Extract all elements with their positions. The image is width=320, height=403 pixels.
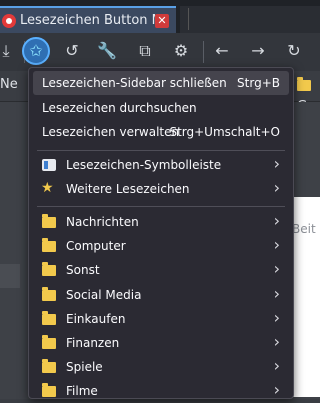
extensions-icon[interactable]: ⧉: [131, 37, 159, 65]
tab-title: Lesezeichen Button Men: [20, 13, 156, 28]
bookmarks-button[interactable]: ✩: [22, 37, 50, 65]
menu-item-shortcut: Strg+B: [237, 76, 280, 90]
menu-folder-social-media[interactable]: Social Media ›: [29, 283, 293, 307]
menu-item-label: Lesezeichen-Sidebar schließen: [42, 76, 227, 90]
folder-icon: [42, 383, 56, 397]
bookmarks-menu: Lesezeichen-Sidebar schließen Strg+B Les…: [28, 67, 294, 399]
folder-icon: [42, 359, 56, 373]
sidebar-icon: [42, 159, 56, 171]
folder-icon: [42, 311, 56, 325]
chevron-right-icon: ›: [273, 259, 280, 278]
menu-folder-finanzen[interactable]: Finanzen ›: [29, 331, 293, 355]
menu-item-label: Lesezeichen-Symbolleiste: [66, 158, 222, 172]
menu-folder-spiele[interactable]: Spiele ›: [29, 355, 293, 379]
menu-item-label: Nachrichten: [66, 215, 139, 229]
folder-icon: [42, 238, 56, 252]
menu-item-manage-bookmarks[interactable]: Lesezeichen verwalten Strg+Umschalt+O: [29, 120, 293, 144]
tools-icon[interactable]: 🔧: [93, 37, 121, 65]
tab-active[interactable]: Lesezeichen Button Men ✕: [0, 6, 176, 33]
menu-folder-filme[interactable]: Filme ›: [29, 379, 293, 403]
reload-icon[interactable]: ↻: [280, 37, 308, 65]
menu-item-label: Lesezeichen verwalten: [42, 125, 180, 139]
tab-strip-empty: [180, 6, 320, 33]
menu-item-label: Social Media: [66, 288, 142, 302]
chevron-right-icon: ›: [273, 211, 280, 230]
chevron-right-icon: ›: [273, 356, 280, 375]
folder-icon: [42, 262, 56, 276]
page-left-strip: [0, 264, 20, 288]
folder-icon: [42, 214, 56, 228]
menu-item-label: Sonst: [66, 263, 100, 277]
menu-item-label: Computer: [66, 239, 126, 253]
menu-item-label: Weitere Lesezeichen: [66, 182, 190, 196]
menu-item-label: Einkaufen: [66, 312, 126, 326]
chevron-right-icon: ›: [273, 178, 280, 197]
menu-separator: [37, 150, 285, 151]
page-side-text: Beit: [292, 222, 316, 236]
toolbar-divider: [203, 41, 204, 63]
menu-item-label: Lesezeichen durchsuchen: [42, 101, 197, 115]
forward-icon[interactable]: →: [244, 37, 272, 65]
menu-item-close-sidebar[interactable]: Lesezeichen-Sidebar schließen Strg+B: [33, 71, 289, 95]
menu-item-bookmarks-toolbar[interactable]: Lesezeichen-Symbolleiste ›: [29, 153, 293, 177]
menu-item-other-bookmarks[interactable]: ★ Weitere Lesezeichen ›: [29, 177, 293, 201]
menu-separator: [37, 206, 285, 207]
tab-close-icon[interactable]: ✕: [155, 14, 169, 28]
bookmark-item[interactable]: Ne: [0, 77, 18, 92]
menu-item-shortcut: Strg+Umschalt+O: [169, 125, 280, 139]
download-icon[interactable]: ⤓: [0, 37, 20, 65]
chevron-right-icon: ›: [273, 332, 280, 351]
folder-icon: [42, 287, 56, 301]
chevron-right-icon: ›: [273, 235, 280, 254]
history-icon[interactable]: ↺: [58, 37, 86, 65]
star-icon: ★: [41, 180, 54, 196]
chevron-right-icon: ›: [273, 308, 280, 327]
menu-folder-sonst[interactable]: Sonst ›: [29, 258, 293, 282]
menu-item-label: Finanzen: [66, 336, 120, 350]
menu-item-label: Spiele: [66, 360, 103, 374]
menu-item-label: Filme: [66, 384, 98, 398]
toolbar: ⤓ ✩ ↺ 🔧 ⧉ ⚙ ← → ↻: [0, 33, 320, 71]
menu-item-search-bookmarks[interactable]: Lesezeichen durchsuchen: [29, 96, 293, 120]
browser-logo-icon: [2, 14, 16, 28]
chevron-right-icon: ›: [273, 380, 280, 399]
chevron-right-icon: ›: [273, 154, 280, 173]
folder-icon: [42, 335, 56, 349]
menu-folder-nachrichten[interactable]: Nachrichten ›: [29, 210, 293, 234]
folder-icon: [297, 77, 311, 91]
back-icon[interactable]: ←: [208, 37, 236, 65]
menu-folder-computer[interactable]: Computer ›: [29, 234, 293, 258]
menu-folder-einkaufen[interactable]: Einkaufen ›: [29, 307, 293, 331]
tab-strip: Lesezeichen Button Men ✕: [0, 0, 320, 33]
chevron-right-icon: ›: [273, 284, 280, 303]
settings-icon[interactable]: ⚙: [167, 37, 195, 65]
